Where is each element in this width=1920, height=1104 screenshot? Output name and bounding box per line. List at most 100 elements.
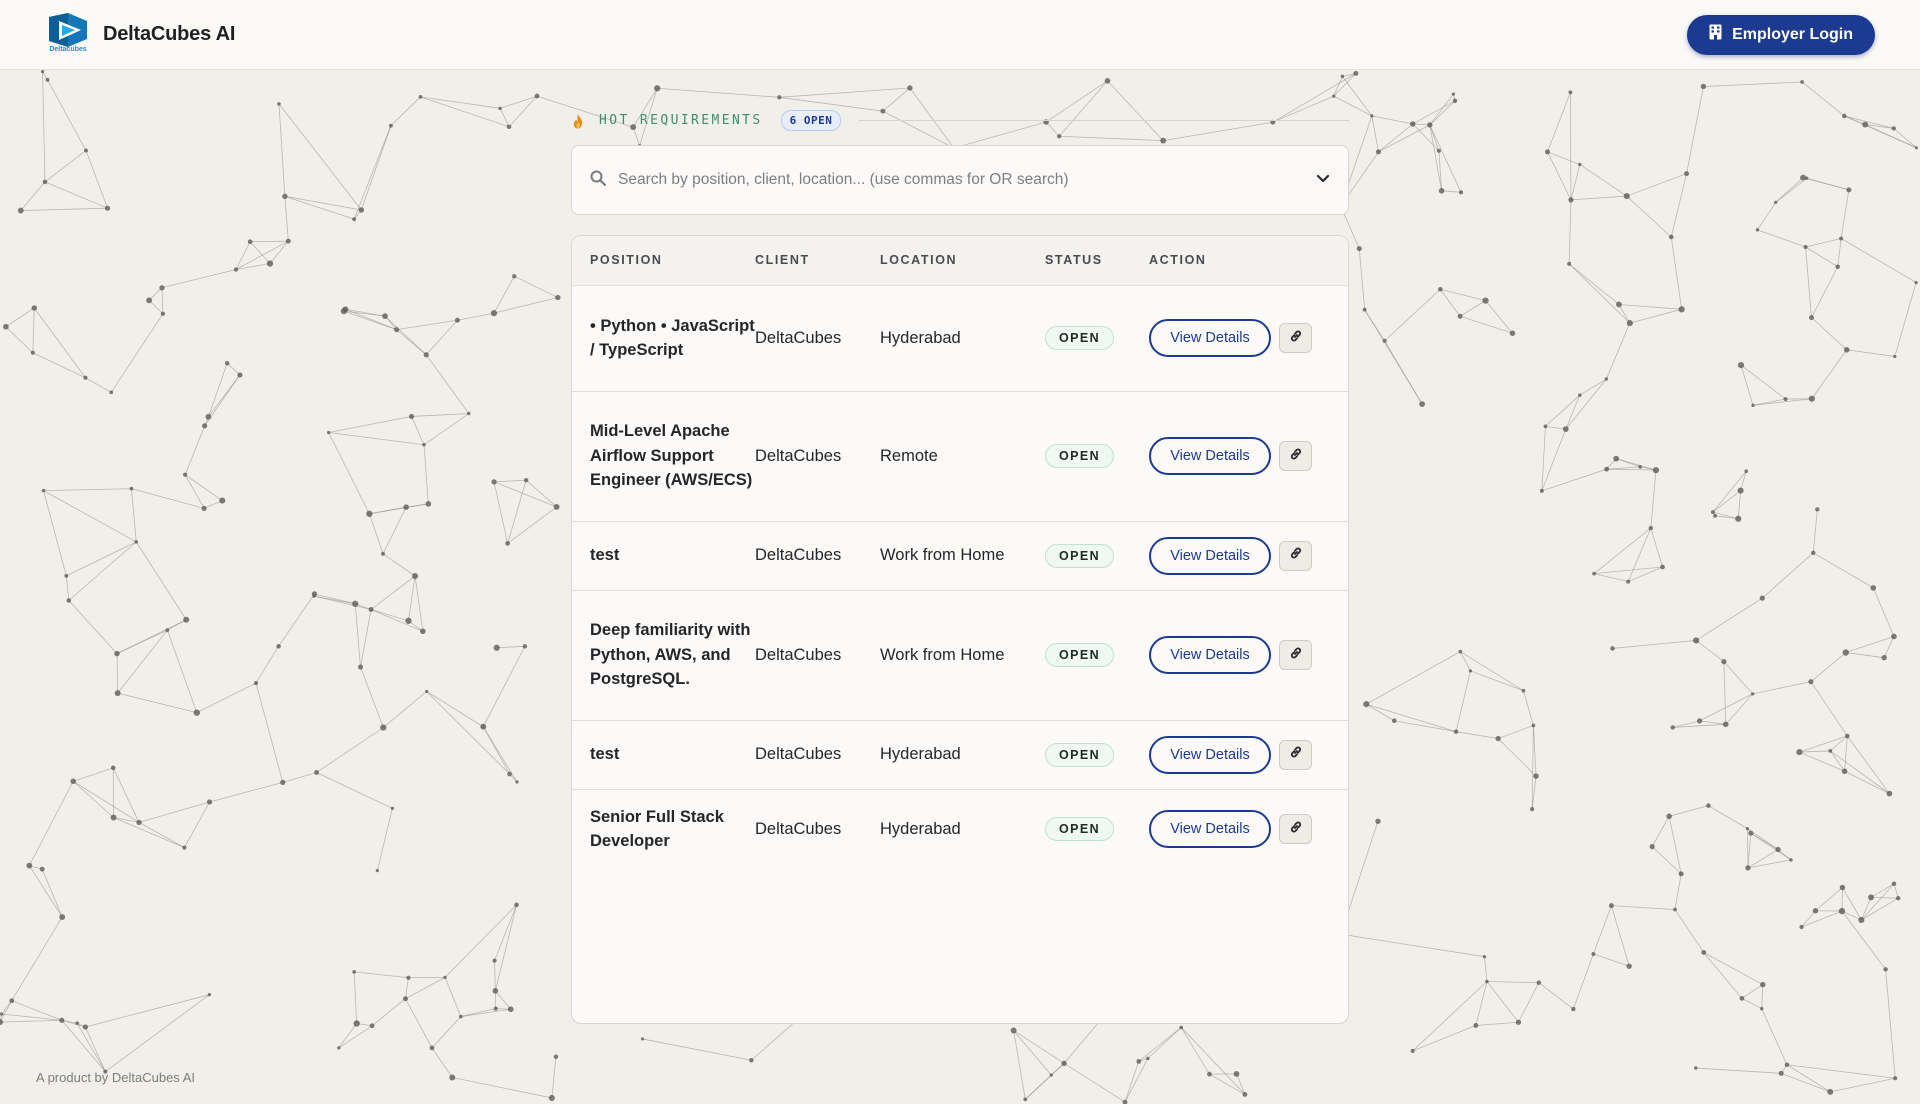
copy-link-button[interactable]	[1279, 814, 1312, 845]
network-node	[1515, 1019, 1522, 1025]
main-content: HOT REQUIREMENTS 6 OPEN POSITION CLIENT …	[571, 110, 1349, 1024]
network-edge	[1861, 883, 1895, 921]
network-edge	[1429, 93, 1454, 126]
view-details-button[interactable]: View Details	[1149, 319, 1271, 357]
network-node	[1800, 80, 1805, 84]
network-edge	[85, 994, 210, 1028]
network-edge	[354, 603, 361, 668]
network-node	[1693, 1066, 1698, 1070]
network-edge	[1612, 640, 1697, 649]
network-edge	[196, 682, 257, 714]
network-node	[1751, 692, 1755, 696]
network-node	[507, 1006, 514, 1013]
network-edge	[431, 1016, 462, 1049]
network-edge	[1651, 816, 1670, 847]
copy-link-button[interactable]	[1279, 323, 1312, 353]
network-node	[1332, 94, 1336, 98]
flame-icon	[571, 113, 585, 129]
network-node	[1803, 244, 1808, 250]
network-edge	[1775, 177, 1807, 203]
network-edge	[371, 998, 406, 1027]
network-node	[429, 1045, 435, 1051]
network-node	[1670, 725, 1675, 730]
column-header-location[interactable]: LOCATION	[880, 236, 1045, 285]
network-edge	[370, 609, 423, 632]
copy-link-button[interactable]	[1279, 540, 1312, 571]
search-input[interactable]	[618, 171, 1304, 189]
network-edge	[1699, 693, 1753, 722]
network-edge	[1384, 288, 1441, 342]
network-edge	[369, 506, 407, 515]
position-cell: Mid-Level Apache Airflow Support Enginee…	[590, 422, 753, 490]
network-edge	[779, 87, 910, 98]
brand[interactable]: Deltacubes DeltaCubes AI	[45, 12, 235, 57]
network-edge	[1840, 238, 1917, 283]
network-node	[1745, 826, 1750, 831]
network-node	[1613, 455, 1620, 462]
network-edge	[360, 666, 384, 728]
network-node	[1745, 865, 1751, 871]
network-node	[490, 310, 498, 317]
view-details-button[interactable]: View Details	[1149, 810, 1271, 849]
network-edge	[411, 416, 425, 445]
network-edge	[420, 96, 501, 109]
network-node	[1649, 844, 1655, 850]
column-header-client[interactable]: CLIENT	[755, 236, 880, 285]
network-node	[1468, 669, 1473, 673]
network-edge	[116, 653, 119, 694]
network-node	[1751, 403, 1755, 408]
network-node	[405, 617, 412, 624]
network-node	[1914, 280, 1918, 285]
copy-link-button[interactable]	[1279, 739, 1312, 770]
network-node	[207, 992, 212, 997]
network-node	[1759, 595, 1765, 601]
network-node	[110, 765, 116, 771]
network-edge	[1799, 750, 1831, 753]
copy-link-button[interactable]	[1279, 640, 1312, 670]
network-edge	[1715, 515, 1739, 520]
row-actions: View Details	[1149, 636, 1348, 674]
network-edge	[1180, 1027, 1246, 1095]
network-edge	[226, 362, 241, 376]
network-node	[553, 504, 560, 510]
network-node	[393, 327, 400, 333]
network-node	[1616, 301, 1622, 308]
network-edge	[284, 196, 289, 242]
network-edge	[370, 609, 409, 622]
network-node	[1179, 1025, 1184, 1030]
network-node	[1886, 790, 1893, 797]
network-node	[480, 723, 487, 730]
view-details-button[interactable]: View Details	[1149, 437, 1271, 475]
network-edge	[642, 1038, 752, 1061]
network-edge	[44, 150, 87, 183]
network-edge	[113, 817, 185, 848]
open-count-badge: 6 OPEN	[780, 110, 842, 131]
network-edge	[353, 971, 358, 1024]
view-details-button[interactable]: View Details	[1149, 636, 1271, 674]
row-actions: View Details	[1149, 536, 1348, 575]
employer-login-button[interactable]: Employer Login	[1687, 14, 1875, 55]
network-node	[237, 372, 243, 378]
view-details-button[interactable]: View Details	[1149, 536, 1271, 575]
network-edge	[1844, 770, 1890, 794]
network-node	[1883, 967, 1888, 972]
network-node	[104, 205, 111, 211]
network-node	[1146, 1056, 1150, 1061]
column-header-position[interactable]: POSITION	[572, 236, 755, 285]
network-edge	[44, 181, 108, 209]
network-edge	[1570, 164, 1581, 200]
network-node	[352, 600, 359, 607]
view-details-button[interactable]: View Details	[1149, 735, 1271, 774]
network-edge	[1138, 1027, 1182, 1062]
column-header-status[interactable]: STATUS	[1045, 236, 1149, 285]
network-edge	[1593, 527, 1652, 574]
chevron-down-icon[interactable]	[1316, 171, 1330, 189]
copy-link-button[interactable]	[1279, 441, 1312, 471]
search-bar[interactable]	[571, 145, 1349, 215]
network-edge	[1618, 304, 1682, 310]
network-node	[507, 771, 512, 777]
network-node	[388, 123, 393, 128]
network-edge	[1565, 378, 1607, 430]
requirements-table: POSITION CLIENT LOCATION STATUS ACTION •…	[572, 236, 1348, 869]
network-node	[1122, 1099, 1128, 1104]
